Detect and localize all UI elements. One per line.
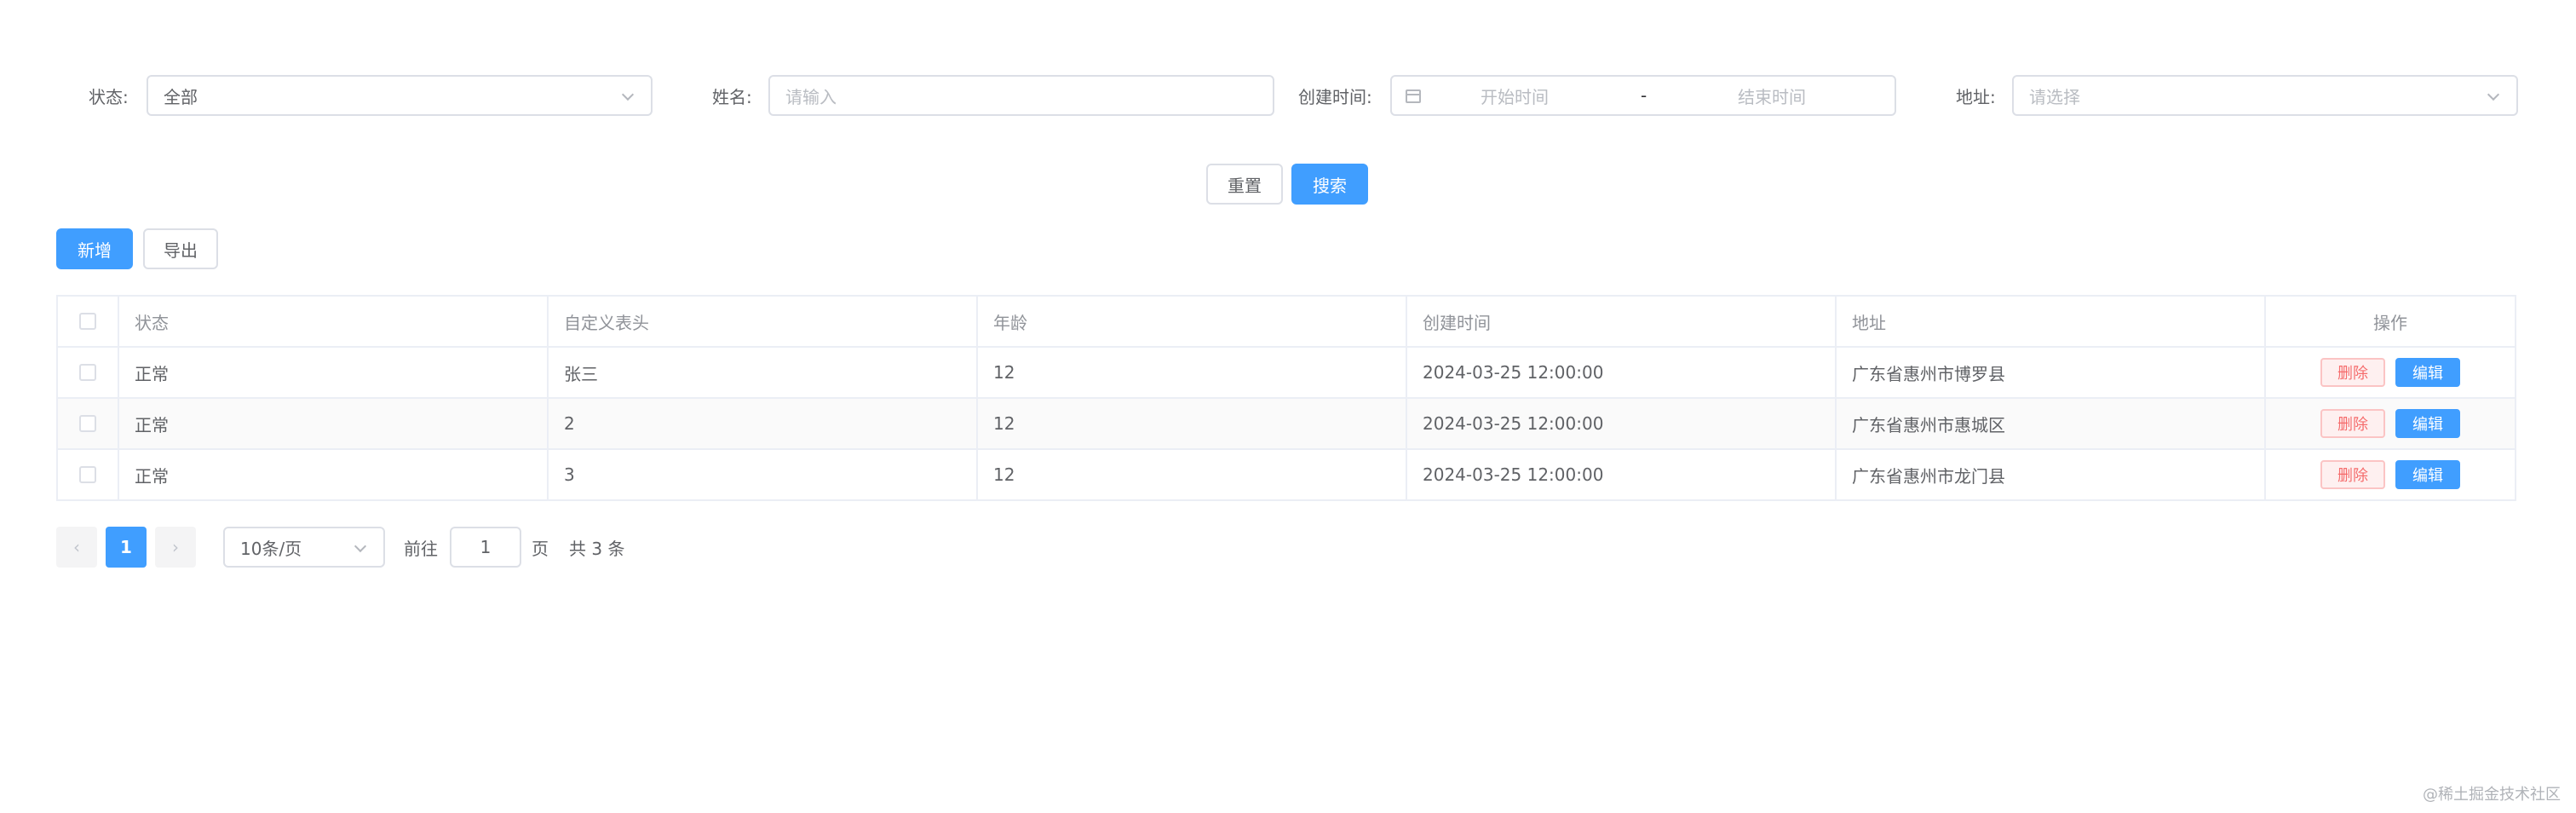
cell-custom: 3 <box>549 450 978 499</box>
created-label-wrap: 创建时间: <box>1298 75 1372 116</box>
header-status[interactable]: 状态 <box>119 297 549 346</box>
row-select-cell <box>58 399 119 448</box>
page-number-1[interactable]: 1 <box>106 527 147 568</box>
page: 状态: 全部 姓名: 请输入 创建时间: 开始时间 - 结束时间 地址: 请选择… <box>0 0 2576 813</box>
total-count: 共 3 条 <box>569 538 625 559</box>
cell-age: 12 <box>978 348 1407 397</box>
table-row: 正常 3 12 2024-03-25 12:00:00 广东省惠州市龙门县 删除… <box>58 450 2515 501</box>
edit-button[interactable]: 编辑 <box>2395 460 2460 489</box>
header-select-cell <box>58 297 119 346</box>
cell-custom: 2 <box>549 399 978 448</box>
row-select-cell <box>58 348 119 397</box>
cell-actions: 删除 编辑 <box>2266 348 2515 397</box>
row-select-cell <box>58 450 119 499</box>
header-created-time[interactable]: 创建时间 <box>1407 297 1837 346</box>
delete-button[interactable]: 删除 <box>2320 460 2385 489</box>
table-row: 正常 2 12 2024-03-25 12:00:00 广东省惠州市惠城区 删除… <box>58 399 2515 450</box>
cell-address: 广东省惠州市龙门县 <box>1837 450 2266 499</box>
name-input-placeholder: 请输入 <box>785 86 837 107</box>
cell-age: 12 <box>978 450 1407 499</box>
range-separator: - <box>1641 85 1647 106</box>
goto-page-value: 1 <box>480 537 492 557</box>
header-address[interactable]: 地址 <box>1837 297 2266 346</box>
address-select-placeholder: 请选择 <box>2029 86 2080 107</box>
table-header-row: 状态 自定义表头 年龄 创建时间 地址 操作 <box>58 297 2515 348</box>
header-actions: 操作 <box>2373 312 2407 333</box>
add-button[interactable]: 新增 <box>56 228 133 269</box>
delete-button[interactable]: 删除 <box>2320 409 2385 438</box>
delete-button[interactable]: 删除 <box>2320 358 2385 387</box>
status-label-wrap: 状态: <box>89 75 129 116</box>
date-range-picker[interactable]: 开始时间 - 结束时间 <box>1390 75 1896 116</box>
next-page-button[interactable]: › <box>155 527 196 568</box>
name-label-wrap: 姓名: <box>712 75 752 116</box>
calendar-icon <box>1406 89 1421 103</box>
cell-actions: 删除 编辑 <box>2266 399 2515 448</box>
cell-created-time: 2024-03-25 12:00:00 <box>1407 399 1837 448</box>
status-select-value: 全部 <box>164 86 198 107</box>
status-select[interactable]: 全部 <box>147 75 653 116</box>
table-row: 正常 张三 12 2024-03-25 12:00:00 广东省惠州市博罗县 删… <box>58 348 2515 399</box>
row-checkbox[interactable] <box>79 466 96 483</box>
cell-status: 正常 <box>119 399 549 448</box>
address-label: 地址: <box>1956 86 1996 107</box>
cell-status: 正常 <box>119 348 549 397</box>
search-button[interactable]: 搜索 <box>1291 164 1368 205</box>
header-age[interactable]: 年龄 <box>978 297 1407 346</box>
page-size-value: 10条/页 <box>240 538 302 559</box>
header-custom[interactable]: 自定义表头 <box>549 297 978 346</box>
address-label-wrap: 地址: <box>1956 75 1996 116</box>
status-label: 状态: <box>89 86 129 107</box>
name-label: 姓名: <box>712 86 752 107</box>
edit-button[interactable]: 编辑 <box>2395 358 2460 387</box>
page-size-select[interactable]: 10条/页 <box>223 527 385 568</box>
cell-created-time: 2024-03-25 12:00:00 <box>1407 348 1837 397</box>
prev-page-button[interactable]: ‹ <box>56 527 97 568</box>
row-checkbox[interactable] <box>79 415 96 432</box>
address-select[interactable]: 请选择 <box>2012 75 2518 116</box>
cell-status: 正常 <box>119 450 549 499</box>
row-checkbox[interactable] <box>79 364 96 381</box>
chevron-down-icon <box>354 539 367 553</box>
cell-address: 广东省惠州市惠城区 <box>1837 399 2266 448</box>
data-table: 状态 自定义表头 年龄 创建时间 地址 操作 正常 张三 12 2024-03-… <box>56 295 2516 501</box>
chevron-down-icon <box>621 88 635 101</box>
reset-button[interactable]: 重置 <box>1206 164 1283 205</box>
cell-created-time: 2024-03-25 12:00:00 <box>1407 450 1837 499</box>
watermark: @稀土掘金技术社区 <box>2423 786 2561 804</box>
start-time-input[interactable]: 开始时间 <box>1481 84 1549 108</box>
chevron-down-icon <box>2487 88 2500 101</box>
edit-button[interactable]: 编辑 <box>2395 409 2460 438</box>
cell-custom: 张三 <box>549 348 978 397</box>
page-suffix: 页 <box>532 538 549 559</box>
cell-address: 广东省惠州市博罗县 <box>1837 348 2266 397</box>
goto-label: 前往 <box>404 538 438 559</box>
end-time-input[interactable]: 结束时间 <box>1738 84 1806 108</box>
name-input[interactable]: 请输入 <box>768 75 1274 116</box>
created-time-label: 创建时间: <box>1298 86 1372 107</box>
cell-age: 12 <box>978 399 1407 448</box>
select-all-checkbox[interactable] <box>79 313 96 330</box>
cell-actions: 删除 编辑 <box>2266 450 2515 499</box>
goto-page-input[interactable]: 1 <box>450 527 521 568</box>
export-button[interactable]: 导出 <box>143 228 218 269</box>
